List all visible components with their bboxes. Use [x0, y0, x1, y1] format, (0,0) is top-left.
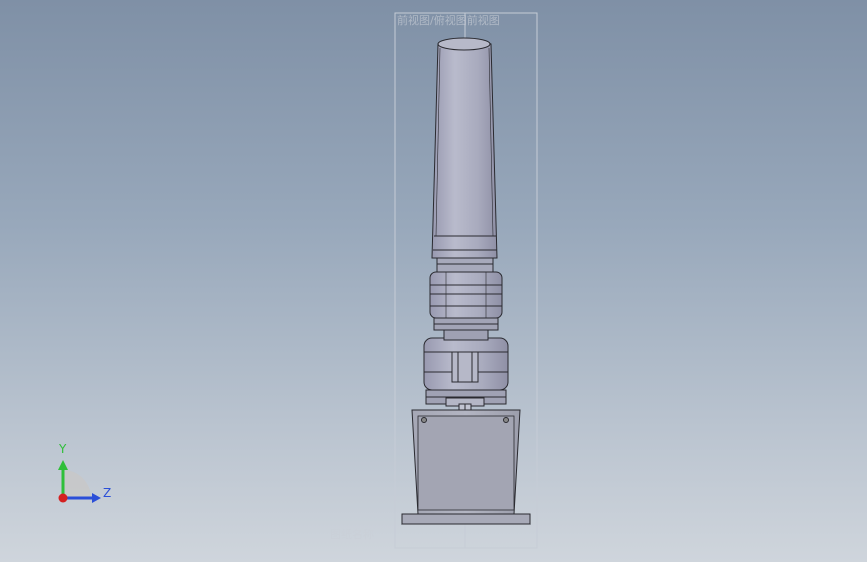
- triad-z-label: Z: [103, 486, 112, 500]
- robot-model-view[interactable]: [0, 0, 867, 562]
- robot-base: [401, 409, 531, 525]
- shoulder-joint: [423, 329, 509, 405]
- elbow-housing: [429, 271, 503, 331]
- view-triad: [58, 460, 101, 503]
- elbow-neck: [436, 257, 494, 273]
- view-annotation-bottom: 图纸名称: [330, 528, 374, 541]
- view-annotation-top: 前视图/俯视图前视图: [397, 14, 500, 27]
- upper-arm: [431, 37, 498, 259]
- triad-y-label: Y: [59, 442, 67, 456]
- cad-viewport[interactable]: 前视图/俯视图前视图 图纸名称 Y Z: [0, 0, 867, 562]
